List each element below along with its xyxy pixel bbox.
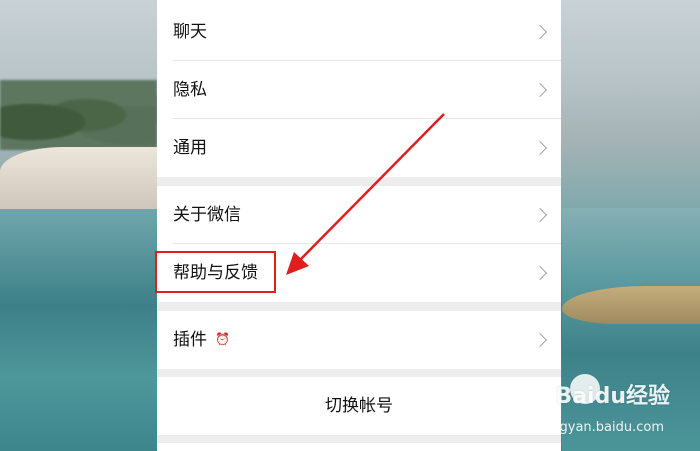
switch-account-button[interactable]: 切换帐号: [157, 377, 561, 435]
settings-item-plugins[interactable]: 插件 ⏰: [157, 311, 561, 369]
chevron-right-icon: [532, 207, 548, 223]
settings-item-chat[interactable]: 聊天: [157, 3, 561, 61]
bottom-edge: [157, 443, 561, 451]
settings-item-general[interactable]: 通用: [157, 119, 561, 177]
settings-item-label: 通用: [173, 138, 207, 158]
watermark-url: jingyan.baidu.com: [544, 420, 664, 435]
background-water-left: [0, 209, 157, 451]
highlight-box: [155, 251, 276, 293]
switch-account-label: 切换帐号: [325, 396, 393, 416]
settings-item-privacy[interactable]: 隐私: [157, 61, 561, 119]
plugin-alarm-icon: ⏰: [215, 332, 230, 346]
background-sand: [0, 147, 157, 209]
chevron-right-icon: [532, 24, 548, 40]
settings-item-about[interactable]: 关于微信: [157, 186, 561, 244]
chevron-right-icon: [532, 265, 548, 281]
settings-item-label: 聊天: [173, 22, 207, 42]
chevron-right-icon: [532, 332, 548, 348]
background-trees: [0, 80, 157, 150]
settings-item-label: 隐私: [173, 80, 207, 100]
settings-panel: 聊天 隐私 通用 关于微信 帮助与反馈 插件 ⏰ 切换帐号: [157, 0, 561, 451]
settings-item-label: 插件: [173, 330, 207, 350]
background-water-right: [562, 208, 700, 451]
chevron-right-icon: [532, 82, 548, 98]
chevron-right-icon: [532, 140, 548, 156]
watermark-brand: Baidu经验: [555, 384, 670, 409]
settings-item-label: 关于微信: [173, 205, 241, 225]
